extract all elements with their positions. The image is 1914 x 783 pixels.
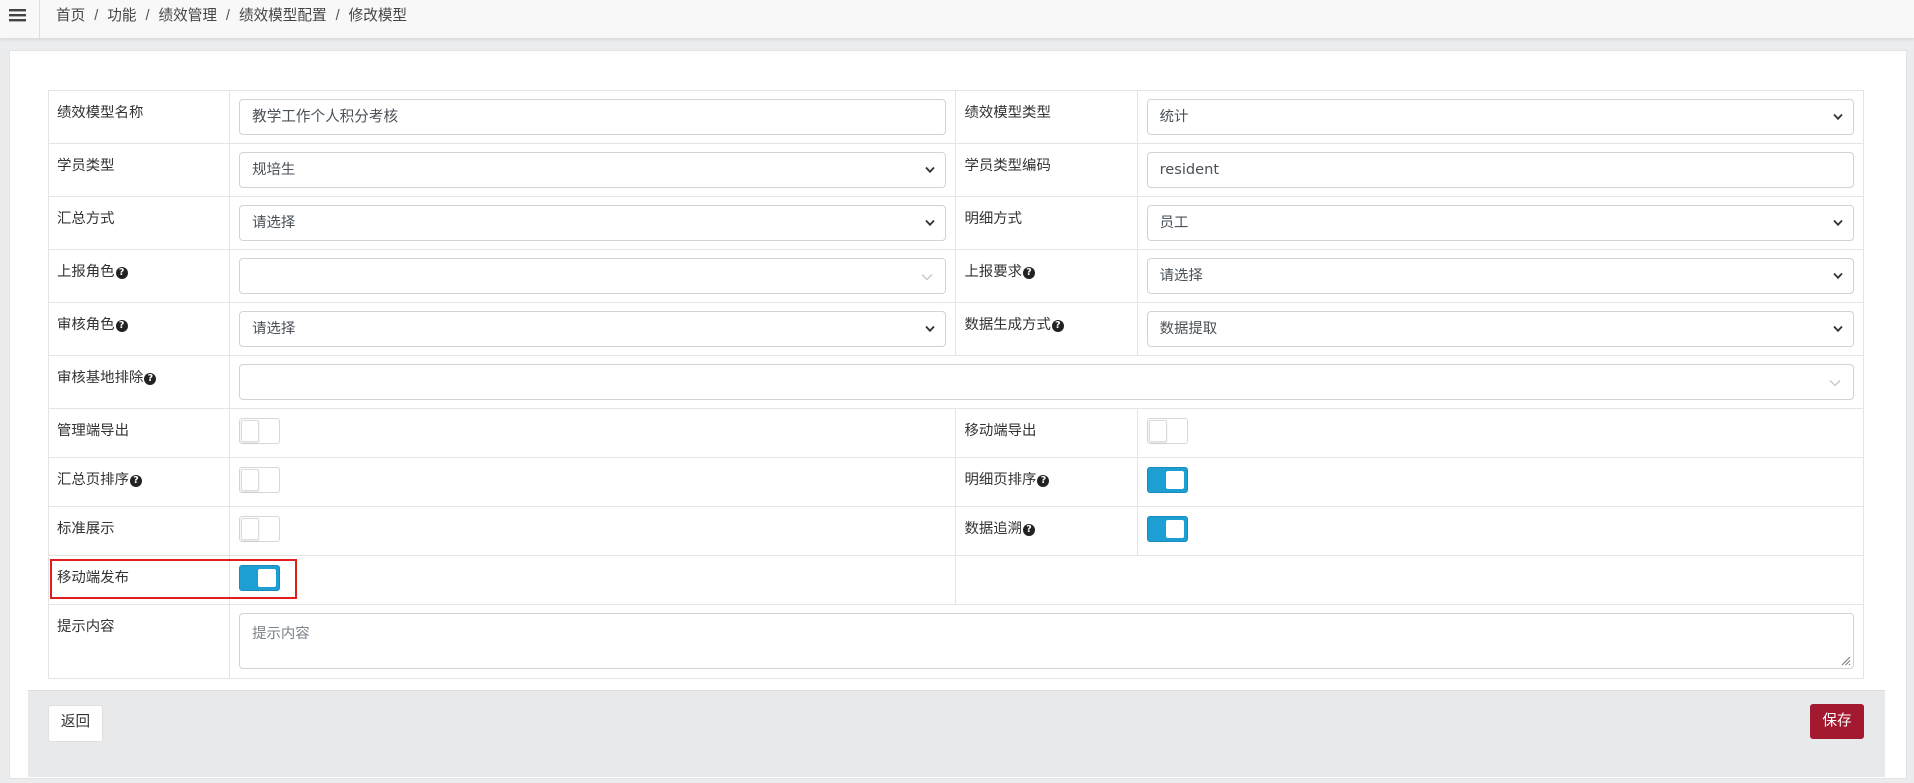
toggle-knob — [1165, 471, 1184, 489]
model-form-table: 绩效模型名称 教学工作个人积分考核 绩效模型类型 统计 学员类型 规培生 学员类… — [47, 90, 1865, 679]
toggle-knob — [241, 420, 260, 442]
admin-export-toggle[interactable] — [239, 418, 281, 444]
save-button[interactable]: 保存 — [1810, 704, 1864, 739]
student-type-label: 学员类型 — [57, 158, 115, 174]
review-base-exclusion-label-text: 审核基地排除 — [57, 370, 144, 386]
breadcrumb-separator: / — [225, 8, 230, 24]
back-button[interactable]: 返回 — [48, 705, 103, 742]
data-generation-label-text: 数据生成方式 — [964, 317, 1051, 333]
chevron-down-icon — [1833, 219, 1843, 227]
breadcrumb-edit-model: 修改模型 — [348, 8, 408, 24]
student-type-code-label: 学员类型编码 — [964, 158, 1051, 174]
hint-content-placeholder: 提示内容 — [252, 626, 310, 642]
model-name-input[interactable]: 教学工作个人积分考核 — [239, 99, 947, 135]
toggle-knob — [241, 518, 260, 540]
standard-display-toggle[interactable] — [239, 516, 281, 542]
toggle-knob — [241, 469, 260, 491]
mobile-publish-label: 移动端发布 — [57, 570, 129, 586]
chevron-down-icon — [925, 325, 936, 333]
detail-method-value: 员工 — [1159, 215, 1189, 231]
hint-content-label: 提示内容 — [57, 619, 115, 635]
mobile-export-label: 移动端导出 — [964, 423, 1037, 439]
review-role-value: 请选择 — [252, 321, 296, 337]
standard-display-label: 标准展示 — [57, 521, 115, 537]
data-trace-label: 数据追溯? — [956, 507, 1136, 538]
question-circle-icon[interactable]: ? — [1023, 524, 1036, 536]
summary-method-select[interactable]: 请选择 — [239, 205, 947, 241]
data-generation-select[interactable]: 数据提取 — [1146, 311, 1854, 347]
breadcrumb-separator: / — [145, 8, 150, 24]
student-type-value: 规培生 — [252, 162, 296, 178]
data-trace-label-text: 数据追溯 — [964, 521, 1023, 537]
summary-sort-label: 汇总页排序? — [49, 458, 229, 489]
model-type-value: 统计 — [1159, 109, 1189, 125]
toggle-knob — [1165, 520, 1184, 538]
toggle-knob — [258, 569, 277, 587]
summary-method-label: 汇总方式 — [57, 211, 115, 227]
footer-bar: 返回 保存 — [28, 690, 1885, 777]
review-role-label-text: 审核角色 — [57, 317, 115, 333]
toggle-knob — [1148, 420, 1167, 442]
report-requirement-select[interactable]: 请选择 — [1146, 258, 1854, 294]
summary-method-value: 请选择 — [252, 215, 296, 231]
data-generation-label: 数据生成方式? — [956, 303, 1136, 334]
breadcrumb-performance-management[interactable]: 绩效管理 — [159, 8, 217, 24]
detail-sort-label-text: 明细页排序 — [964, 472, 1037, 488]
mobile-publish-toggle[interactable] — [239, 565, 281, 591]
student-type-select[interactable]: 规培生 — [239, 152, 947, 188]
report-role-label: 上报角色? — [49, 250, 229, 281]
chevron-down-icon — [1833, 272, 1843, 280]
summary-sort-label-text: 汇总页排序 — [57, 472, 129, 488]
detail-sort-label: 明细页排序? — [956, 458, 1136, 489]
question-circle-icon[interactable]: ? — [115, 267, 128, 279]
detail-sort-toggle[interactable] — [1146, 467, 1188, 493]
detail-method-select[interactable]: 员工 — [1146, 205, 1854, 241]
breadcrumb-function[interactable]: 功能 — [107, 8, 136, 24]
report-role-multiselect[interactable] — [239, 258, 947, 294]
model-name-label: 绩效模型名称 — [57, 105, 144, 121]
admin-export-label: 管理端导出 — [57, 423, 129, 439]
question-circle-icon[interactable]: ? — [115, 320, 128, 332]
question-circle-icon[interactable]: ? — [1051, 320, 1064, 332]
chevron-down-icon — [925, 219, 936, 227]
breadcrumb: 首页 / 功能 / 绩效管理 / 绩效模型配置 / 修改模型 — [56, 0, 407, 32]
report-role-label-text: 上报角色 — [57, 264, 115, 280]
data-trace-toggle[interactable] — [1146, 516, 1188, 542]
report-requirement-value: 请选择 — [1159, 268, 1203, 284]
hint-content-textarea[interactable]: 提示内容 — [239, 613, 1854, 669]
chevron-down-icon — [1833, 113, 1843, 121]
review-base-exclusion-multiselect[interactable] — [239, 364, 1854, 400]
breadcrumb-separator: / — [94, 8, 99, 24]
summary-sort-toggle[interactable] — [239, 467, 281, 493]
hamburger-menu-icon[interactable] — [0, 0, 40, 38]
question-circle-icon[interactable]: ? — [1037, 475, 1050, 487]
breadcrumb-model-config[interactable]: 绩效模型配置 — [239, 8, 327, 24]
chevron-down-icon — [1833, 325, 1843, 333]
resize-grip-icon[interactable] — [1840, 655, 1851, 666]
chevron-down-icon — [922, 274, 933, 281]
question-circle-icon[interactable]: ? — [129, 475, 142, 487]
detail-method-label: 明细方式 — [964, 211, 1023, 227]
review-role-label: 审核角色? — [49, 303, 229, 334]
report-requirement-label-text: 上报要求 — [964, 264, 1023, 280]
review-base-exclusion-label: 审核基地排除? — [49, 356, 229, 387]
top-bar: 首页 / 功能 / 绩效管理 / 绩效模型配置 / 修改模型 — [0, 0, 1914, 39]
mobile-export-toggle[interactable] — [1146, 418, 1188, 444]
data-generation-value: 数据提取 — [1159, 321, 1218, 337]
question-circle-icon[interactable]: ? — [1023, 267, 1036, 279]
model-type-label: 绩效模型类型 — [964, 105, 1051, 121]
model-type-select[interactable]: 统计 — [1146, 99, 1854, 135]
report-requirement-label: 上报要求? — [956, 250, 1136, 281]
question-circle-icon[interactable]: ? — [144, 373, 157, 385]
review-role-select[interactable]: 请选择 — [239, 311, 947, 347]
chevron-down-icon — [1829, 380, 1841, 387]
breadcrumb-separator: / — [335, 8, 340, 24]
student-type-code-input[interactable]: resident — [1146, 152, 1854, 188]
breadcrumb-home[interactable]: 首页 — [56, 8, 85, 24]
chevron-down-icon — [925, 166, 936, 174]
